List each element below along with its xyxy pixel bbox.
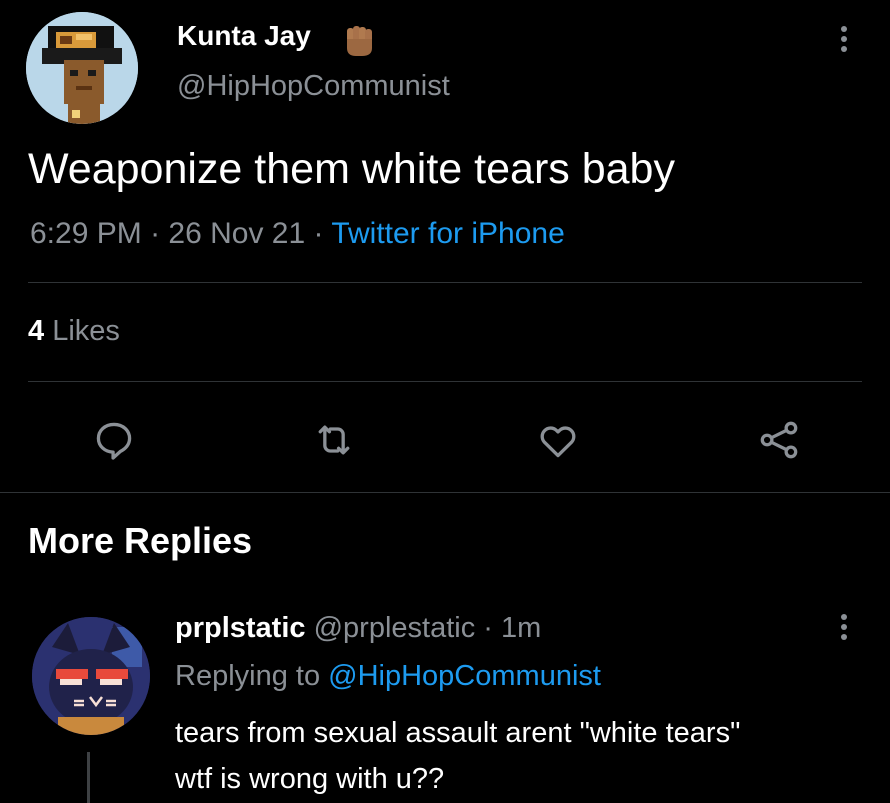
replying-to: Replying to @HipHopCommunist	[175, 660, 601, 693]
meta-separator: ·	[483, 612, 501, 644]
replying-prefix: Replying to	[175, 660, 321, 692]
likes-count: 4	[28, 315, 45, 347]
reply-icon[interactable]	[92, 418, 136, 462]
tweet-date[interactable]: 26 Nov 21	[168, 217, 305, 250]
likes-label: Likes	[52, 315, 120, 347]
replying-mention[interactable]: @HipHopCommunist	[328, 660, 601, 692]
author-handle[interactable]: @HipHopCommunist	[177, 70, 450, 103]
avatar-image	[32, 617, 150, 735]
more-vertical-icon[interactable]	[834, 24, 854, 54]
divider	[0, 492, 890, 493]
reply-text-line: wtf is wrong with u??	[175, 763, 445, 795]
like-icon[interactable]	[536, 418, 580, 462]
more-vertical-icon[interactable]	[834, 612, 854, 642]
raised-fist-emoji-icon	[347, 26, 372, 56]
reply-time[interactable]: 1m	[501, 612, 541, 644]
share-icon[interactable]	[757, 418, 801, 462]
likes-summary[interactable]: 4 Likes	[28, 315, 120, 348]
author-avatar[interactable]	[26, 12, 138, 124]
tweet-text: Weaponize them white tears baby	[28, 145, 675, 193]
author-display-name[interactable]: Kunta Jay	[177, 20, 311, 52]
reply-avatar[interactable]	[32, 617, 150, 735]
reply-text-line: tears from sexual assault arent "white t…	[175, 717, 741, 749]
meta-separator: ·	[150, 217, 169, 250]
reply-handle[interactable]: @prplestatic	[314, 612, 476, 644]
reply-header: prplstatic @prplestatic · 1m	[175, 612, 541, 645]
avatar-image	[26, 12, 138, 124]
reply-text: tears from sexual assault arent "white t…	[175, 710, 740, 802]
tweet-time[interactable]: 6:29 PM	[30, 217, 142, 250]
divider	[28, 381, 862, 382]
tweet-source[interactable]: Twitter for iPhone	[331, 217, 564, 250]
tweet-meta: 6:29 PM · 26 Nov 21 · Twitter for iPhone	[30, 217, 565, 251]
retweet-icon[interactable]	[312, 418, 356, 462]
section-title: More Replies	[28, 520, 253, 561]
meta-separator: ·	[313, 217, 332, 250]
divider	[28, 282, 862, 283]
reply-display-name[interactable]: prplstatic	[175, 612, 306, 644]
thread-line	[87, 752, 90, 803]
